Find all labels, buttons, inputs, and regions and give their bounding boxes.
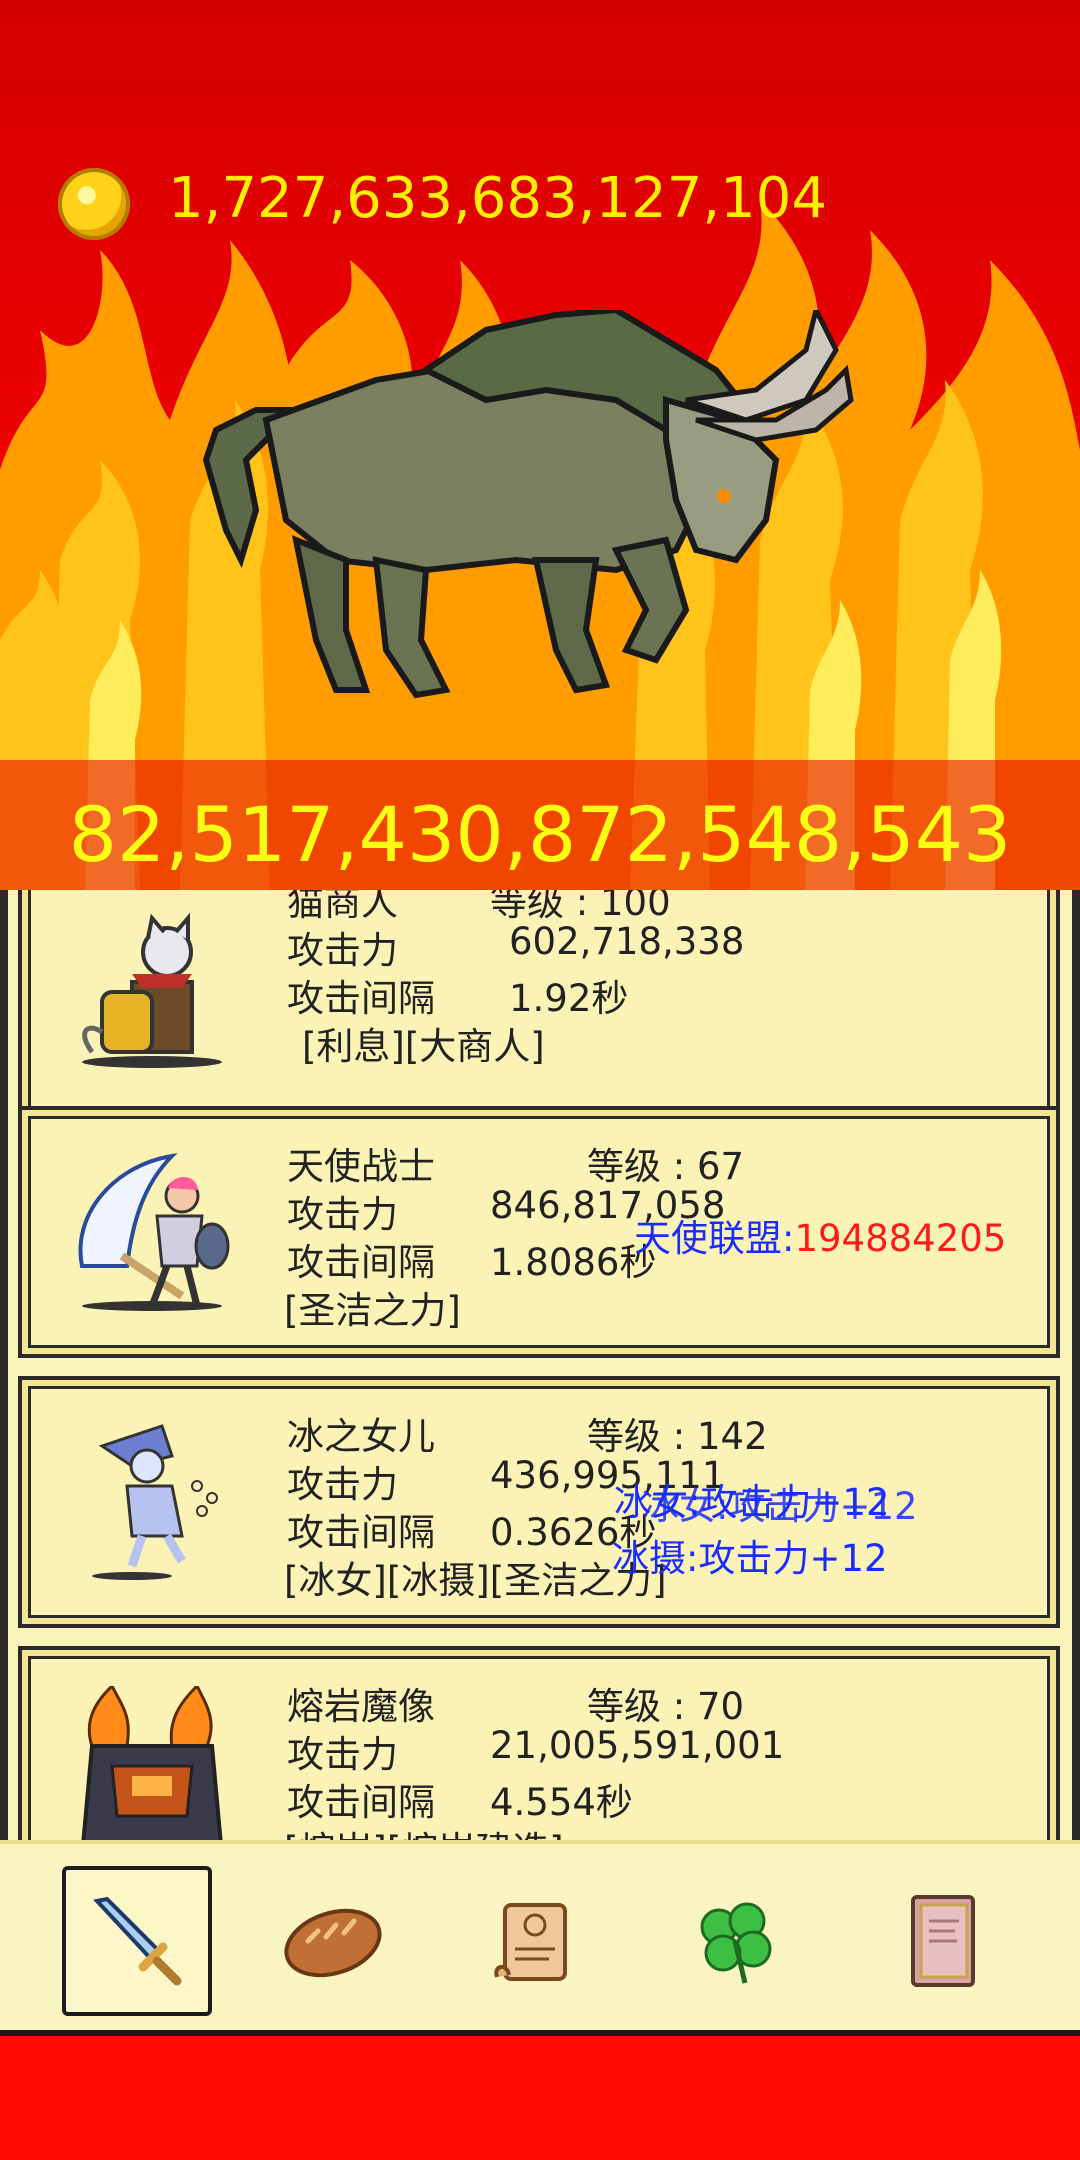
unit-tags: [冰女][冰摄][圣洁之力] (284, 1559, 667, 1602)
menu-button-luck[interactable] (660, 1866, 810, 2016)
interval-label: 攻击间隔 (287, 1781, 435, 1824)
attack-value: 602,718,338 (509, 920, 745, 963)
unit-card-angel-warrior[interactable]: 天使战士 等级 : 67 攻击力 846,817,058 攻击间隔 1.8086… (18, 1106, 1060, 1358)
bonus-floating-text: 天使联盟:194884205 (634, 1217, 1007, 1260)
interval-value: 4.554秒 (490, 1781, 633, 1824)
attack-label: 攻击力 (287, 1463, 398, 1506)
bottom-red-area (0, 2036, 1080, 2160)
bread-icon (284, 1908, 382, 1978)
sword-icon (93, 1896, 182, 1986)
bonus-floating-text-overlap: 冰女:攻击力+12 (642, 1485, 918, 1528)
level-label: 等级 : 70 (587, 1685, 745, 1728)
unit-list[interactable]: 猫商人 等级 : 100 攻击力 602,718,338 攻击间隔 1.92秒 … (0, 890, 1080, 1840)
level-label: 等级 : 67 (587, 1145, 745, 1188)
menu-button-units[interactable] (62, 1866, 212, 2016)
menu-button-food[interactable] (258, 1866, 408, 2016)
attack-label: 攻击力 (287, 929, 398, 972)
bull-boss-sprite[interactable] (196, 310, 856, 720)
unit-card-lava-golem[interactable]: 熔岩魔像 等级 : 70 攻击力 21,005,591,001 攻击间隔 4.5… (18, 1646, 1060, 1840)
bottom-menu (0, 1840, 1080, 2036)
attack-label: 攻击力 (287, 1193, 398, 1236)
level-label: 等级 : 142 (587, 1415, 768, 1458)
ice-daughter-icon (92, 1424, 218, 1580)
attack-label: 攻击力 (287, 1733, 398, 1776)
interval-value: 1.92秒 (509, 977, 629, 1020)
attack-value: 21,005,591,001 (490, 1724, 785, 1767)
boss-hp-value: 82,517,430,872,548,543 (68, 790, 1012, 879)
clover-icon (700, 1902, 772, 1984)
gold-amount: 1,727,633,683,127,104 (168, 166, 828, 231)
unit-tags: [圣洁之力] (284, 1289, 461, 1332)
interval-label: 攻击间隔 (287, 1511, 435, 1554)
unit-card-cat-merchant[interactable]: 猫商人 等级 : 100 攻击力 602,718,338 攻击间隔 1.92秒 … (18, 890, 1060, 1124)
book-icon (911, 1895, 975, 1987)
menu-button-book[interactable] (868, 1866, 1018, 2016)
unit-card-ice-daughter[interactable]: 冰之女儿 等级 : 142 攻击力 436,995,111 攻击间隔 0.362… (18, 1376, 1060, 1628)
interval-value: 1.8086秒 (490, 1241, 657, 1284)
bonus-floating-text: 冰摄:攻击力+12 (612, 1537, 888, 1580)
menu-button-quest[interactable] (458, 1866, 608, 2016)
battle-scene: 1,727,633,683,127,104 82,517,430,872,548… (0, 0, 1080, 890)
unit-name: 天使战士 (287, 1145, 435, 1188)
unit-name: 熔岩魔像 (287, 1685, 435, 1728)
cat-merchant-icon (82, 912, 222, 1068)
angel-warrior-icon (78, 1152, 230, 1311)
scroll-icon (494, 1903, 567, 1981)
interval-label: 攻击间隔 (287, 1241, 435, 1284)
gold-coin-icon (58, 168, 130, 240)
unit-tags: [熔岩][熔岩建造] (284, 1820, 564, 1840)
interval-label: 攻击间隔 (287, 977, 435, 1020)
unit-tags: [利息][大商人] (302, 1025, 545, 1068)
unit-name: 冰之女儿 (287, 1415, 435, 1458)
lava-golem-icon (81, 1686, 223, 1840)
